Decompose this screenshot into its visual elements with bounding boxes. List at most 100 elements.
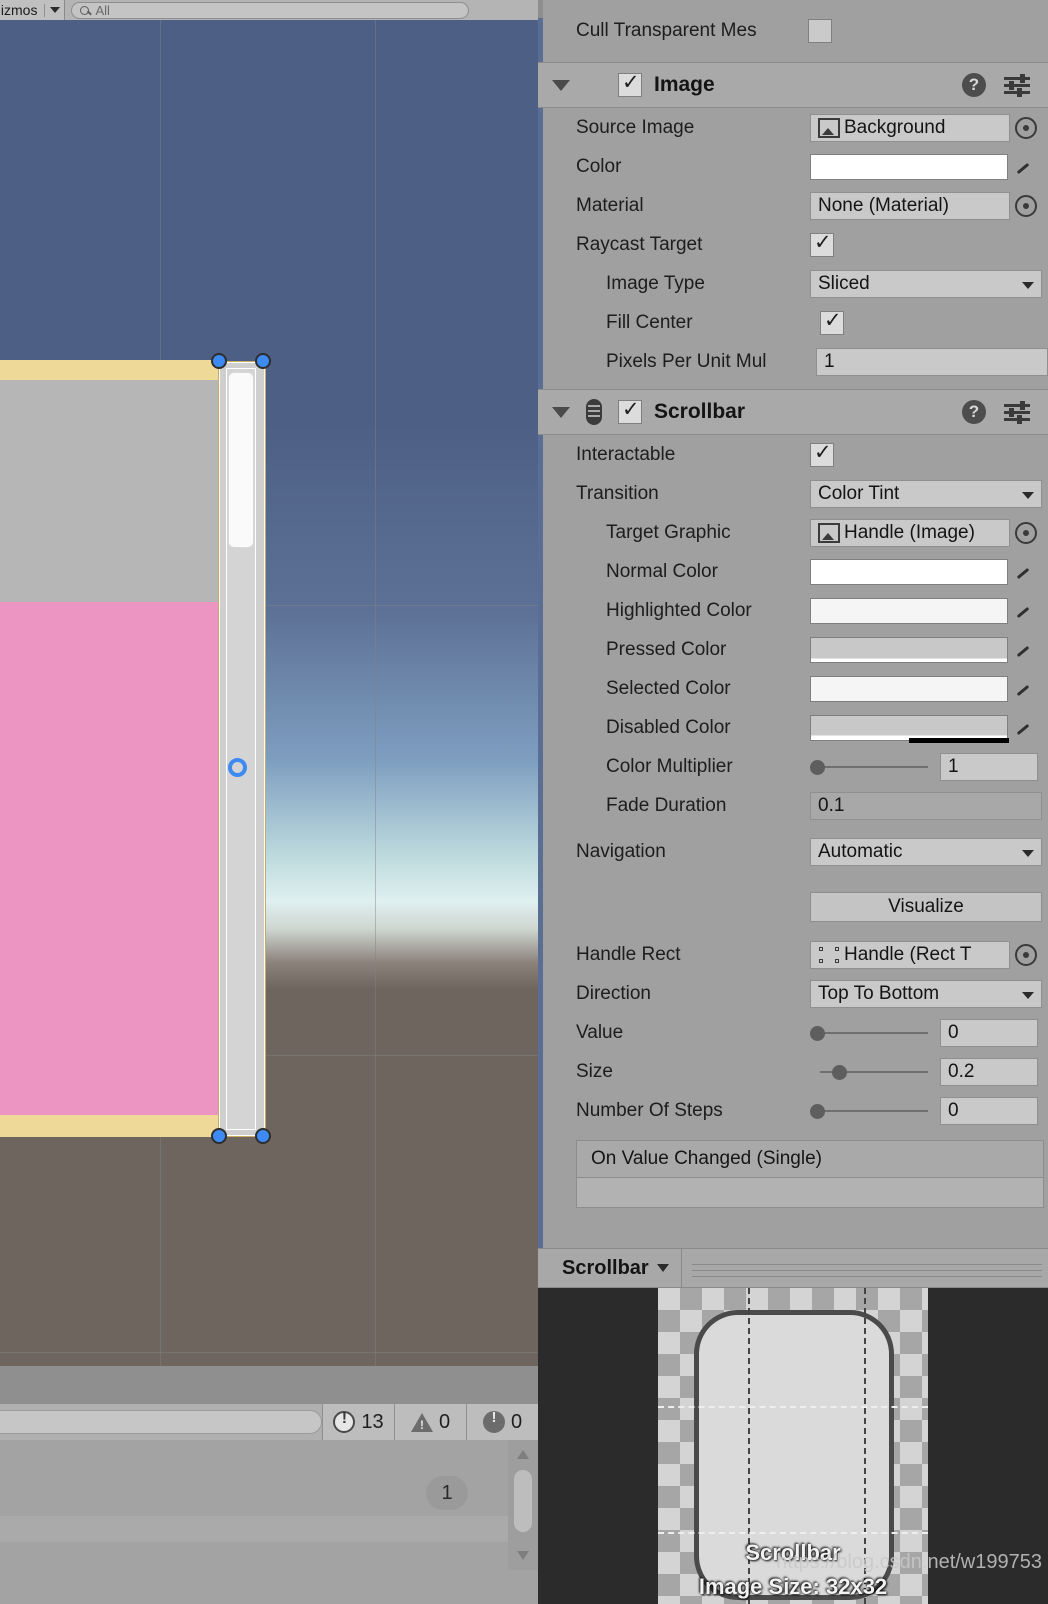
eyedropper-icon[interactable] [1014,602,1032,620]
color-multiplier-value: 1 [948,755,959,777]
value-slider[interactable] [810,1019,930,1047]
foldout-arrow-icon[interactable] [552,79,570,91]
anchor-handle-bottom-right[interactable] [255,1128,271,1144]
slider-knob[interactable] [810,1103,825,1119]
object-picker-icon[interactable] [1015,116,1037,139]
field-label: Interactable [576,443,676,465]
row-highlighted-color: Highlighted Color [538,591,1048,630]
object-picker-icon[interactable] [1015,521,1037,544]
material-field[interactable]: None (Material) [810,191,1010,220]
row-interactable: Interactable [538,435,1048,474]
size-value: 0.2 [948,1060,975,1082]
image-type-dropdown[interactable]: Sliced [810,269,1042,298]
field-label: Pixels Per Unit Mul [606,350,767,372]
chevron-down-icon[interactable] [517,1551,529,1560]
size-input[interactable]: 0.2 [940,1057,1038,1086]
preview-object-dropdown[interactable]: Scrollbar [550,1249,682,1287]
pivot-handle[interactable] [228,758,247,777]
eyedropper-icon[interactable] [1014,158,1032,176]
console-entry[interactable] [0,1516,508,1542]
warning-icon [410,1412,433,1432]
number-of-steps-slider[interactable] [810,1097,930,1125]
sprite-preview-canvas[interactable]: Scrollbar Image Size: 32x32 https://blog… [538,1288,1048,1604]
eyedropper-icon[interactable] [1014,719,1032,737]
object-picker-icon[interactable] [1015,943,1037,966]
row-image-type: Image Type Sliced [538,264,1048,303]
normal-color-swatch[interactable] [810,558,1008,585]
console-entry[interactable]: 1 [0,1456,508,1512]
fill-center-checkbox[interactable] [820,308,844,335]
console-error-filter[interactable]: 13 [322,1404,394,1440]
chevron-down-icon[interactable] [656,1264,669,1272]
selected-color-swatch[interactable] [810,675,1008,702]
chevron-down-icon [1022,491,1034,499]
inspector-panel: Cull Transparent Mes Image ? Source Imag… [538,0,1048,1248]
color-multiplier-slider[interactable] [810,753,930,781]
help-icon[interactable]: ? [962,73,986,97]
console-warning-filter[interactable]: 0 [394,1404,466,1440]
size-slider[interactable] [810,1058,930,1086]
cull-transparent-mesh-checkbox[interactable] [808,19,832,43]
chevron-up-icon[interactable] [517,1450,529,1459]
source-image-field[interactable]: Background [810,113,1010,142]
console-info-filter[interactable]: 0 [466,1404,538,1440]
pressed-color-swatch[interactable] [810,636,1008,663]
preview-tab-label: Scrollbar [562,1256,649,1279]
field-label: Image Type [606,272,705,294]
interactable-checkbox[interactable] [810,440,834,467]
eyedropper-icon[interactable] [1014,680,1032,698]
console-toolbar: 13 0 0 [0,1404,538,1440]
image-type-value: Sliced [818,272,870,294]
slider-knob[interactable] [810,759,825,775]
anchor-handle-top-left[interactable] [211,353,227,369]
direction-dropdown[interactable]: Top To Bottom [810,979,1042,1008]
raycast-target-checkbox[interactable] [810,230,834,257]
chevron-down-icon [1022,991,1034,999]
unity-editor-window: Gizmos All [0,0,1048,1604]
eyedropper-icon[interactable] [1014,563,1032,581]
number-of-steps-input[interactable]: 0 [940,1096,1038,1125]
component-header-image[interactable]: Image ? [538,62,1048,108]
image-thumb-icon [818,522,840,543]
anchor-handle-top-right[interactable] [255,353,271,369]
preset-icon[interactable] [1004,401,1030,424]
help-icon[interactable]: ? [962,400,986,424]
scrollbar-enabled-checkbox[interactable] [618,397,642,424]
color-multiplier-input[interactable]: 1 [940,752,1038,781]
fade-duration-value: 0.1 [818,794,845,816]
row-disabled-color: Disabled Color [538,708,1048,747]
navigation-dropdown[interactable]: Automatic [810,838,1042,866]
slider-track [820,1109,928,1112]
console-list[interactable]: 1 [0,1440,538,1604]
row-visualize: Visualize [538,879,1048,935]
scene-scrollbar-handle[interactable] [228,372,254,548]
image-enabled-checkbox[interactable] [618,70,642,97]
object-picker-icon[interactable] [1015,194,1037,217]
on-value-changed-body[interactable] [576,1178,1044,1208]
chevron-down-icon[interactable] [50,7,61,13]
component-header-scrollbar[interactable]: Scrollbar ? [538,389,1048,435]
transition-dropdown[interactable]: Color Tint [810,479,1042,508]
navigation-value: Automatic [818,841,903,862]
value-input[interactable]: 0 [940,1018,1038,1047]
console-scrollbar[interactable] [508,1440,538,1570]
scene-viewport[interactable] [0,20,538,1366]
image-color-swatch[interactable] [810,153,1008,180]
pixels-per-unit-input[interactable]: 1 [816,347,1048,376]
console-search-input[interactable] [0,1410,322,1434]
gizmos-dropdown[interactable]: Gizmos [0,0,66,20]
scrollbar-thumb[interactable] [514,1470,532,1532]
foldout-arrow-icon[interactable] [552,406,570,418]
scene-search-input[interactable]: All [71,1,470,19]
target-graphic-field[interactable]: Handle (Image) [810,518,1010,547]
fade-duration-input[interactable]: 0.1 [810,791,1042,820]
handle-rect-field[interactable]: Handle (Rect T [810,940,1010,969]
slider-knob[interactable] [810,1025,825,1041]
slider-knob[interactable] [832,1064,847,1080]
preset-icon[interactable] [1004,74,1030,97]
disabled-color-swatch[interactable] [810,714,1009,743]
visualize-button[interactable]: Visualize [810,892,1042,922]
highlighted-color-swatch[interactable] [810,597,1008,624]
anchor-handle-bottom-left[interactable] [211,1128,227,1144]
eyedropper-icon[interactable] [1014,641,1032,659]
